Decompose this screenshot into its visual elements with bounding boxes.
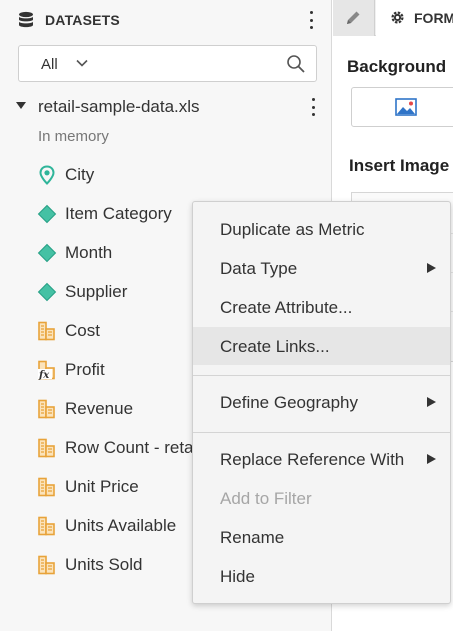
field-label: Supplier <box>65 282 128 301</box>
map-pin-icon <box>39 165 55 185</box>
field-item-units-sold[interactable]: Units Sold <box>0 550 200 580</box>
menu-item-rename[interactable]: Rename <box>193 518 450 556</box>
menu-item-label: Duplicate as Metric <box>220 220 365 239</box>
database-icon <box>19 11 33 28</box>
attribute-diamond-icon <box>37 282 57 302</box>
insert-image-heading: Insert Image <box>349 156 450 175</box>
submenu-arrow-icon <box>427 454 436 464</box>
svg-text:fx: fx <box>38 370 50 380</box>
field-item-item-category[interactable]: Item Category <box>0 199 200 229</box>
metric-icon <box>38 399 55 419</box>
field-item-cost[interactable]: Cost <box>0 316 200 346</box>
background-image-button[interactable] <box>351 87 453 127</box>
submenu-arrow-icon <box>427 263 436 273</box>
field-item-revenue[interactable]: Revenue <box>0 394 200 424</box>
field-label: Units Available <box>65 516 177 535</box>
field-label: Cost <box>65 321 100 340</box>
tab-format-label: FORMAT <box>414 10 453 26</box>
menu-item-label: Define Geography <box>220 393 358 412</box>
datasets-header: DATASETS <box>0 0 332 38</box>
dataset-row[interactable]: retail-sample-data.xls <box>0 92 332 120</box>
chevron-down-icon <box>76 59 88 67</box>
pencil-icon <box>347 11 360 24</box>
menu-separator <box>193 375 450 376</box>
field-item-city[interactable]: City <box>0 160 200 190</box>
field-context-menu: Duplicate as Metric Data Type Create Att… <box>192 201 451 604</box>
search-icon[interactable] <box>286 54 306 74</box>
field-item-profit[interactable]: fx Profit <box>0 355 200 385</box>
datasets-more-icon[interactable] <box>305 11 317 29</box>
field-item-units-available[interactable]: Units Available <box>0 511 200 541</box>
menu-item-define-geography[interactable]: Define Geography <box>193 383 450 421</box>
image-icon <box>395 98 417 116</box>
field-item-row-count[interactable]: Row Count - retail-sample-data.xls <box>0 433 326 463</box>
menu-item-label: Add to Filter <box>220 489 312 508</box>
menu-item-label: Hide <box>220 567 255 586</box>
attribute-diamond-icon <box>37 243 57 263</box>
dataset-filter-dropdown[interactable]: All <box>18 45 317 82</box>
menu-item-label: Create Links... <box>220 337 330 356</box>
field-item-unit-price[interactable]: Unit Price <box>0 472 200 502</box>
menu-item-create-links[interactable]: Create Links... <box>193 327 450 365</box>
datasets-title: DATASETS <box>45 12 120 28</box>
menu-item-duplicate-as-metric[interactable]: Duplicate as Metric <box>193 210 450 248</box>
metric-icon <box>38 438 55 458</box>
dataset-status: In memory <box>38 128 109 145</box>
metric-icon <box>38 516 55 536</box>
menu-item-label: Rename <box>220 528 285 547</box>
panel-tab-bar: FORMAT <box>333 0 453 36</box>
field-label: Month <box>65 243 113 262</box>
field-label: Revenue <box>65 399 134 418</box>
menu-item-label: Create Attribute... <box>220 298 353 317</box>
menu-item-create-attribute[interactable]: Create Attribute... <box>193 288 450 326</box>
menu-item-hide[interactable]: Hide <box>193 557 450 595</box>
field-label: Units Sold <box>65 555 143 574</box>
field-label: City <box>65 165 95 184</box>
fx-metric-icon: fx <box>38 360 55 380</box>
background-heading: Background <box>347 57 447 76</box>
field-label: Item Category <box>65 204 172 223</box>
menu-item-add-to-filter: Add to Filter <box>193 479 450 517</box>
tab-format[interactable]: FORMAT <box>376 0 453 36</box>
metric-icon <box>38 477 55 497</box>
menu-separator <box>193 432 450 433</box>
collapse-triangle-icon[interactable] <box>16 102 26 109</box>
field-label: Profit <box>65 360 105 379</box>
gear-icon <box>391 11 404 24</box>
dataset-name: retail-sample-data.xls <box>38 97 200 116</box>
metric-icon <box>38 321 55 341</box>
attribute-diamond-icon <box>37 204 57 224</box>
menu-item-label: Data Type <box>220 259 298 278</box>
menu-item-data-type[interactable]: Data Type <box>193 249 450 287</box>
filter-selected-value: All <box>41 56 58 73</box>
dataset-more-icon[interactable] <box>307 98 319 116</box>
metric-icon <box>38 555 55 575</box>
tab-editor[interactable] <box>333 0 375 36</box>
menu-item-replace-reference-with[interactable]: Replace Reference With <box>193 440 450 478</box>
field-item-supplier[interactable]: Supplier <box>0 277 200 307</box>
field-item-month[interactable]: Month <box>0 238 200 268</box>
menu-item-label: Replace Reference With <box>220 450 405 469</box>
submenu-arrow-icon <box>427 397 436 407</box>
field-label: Unit Price <box>65 477 139 496</box>
